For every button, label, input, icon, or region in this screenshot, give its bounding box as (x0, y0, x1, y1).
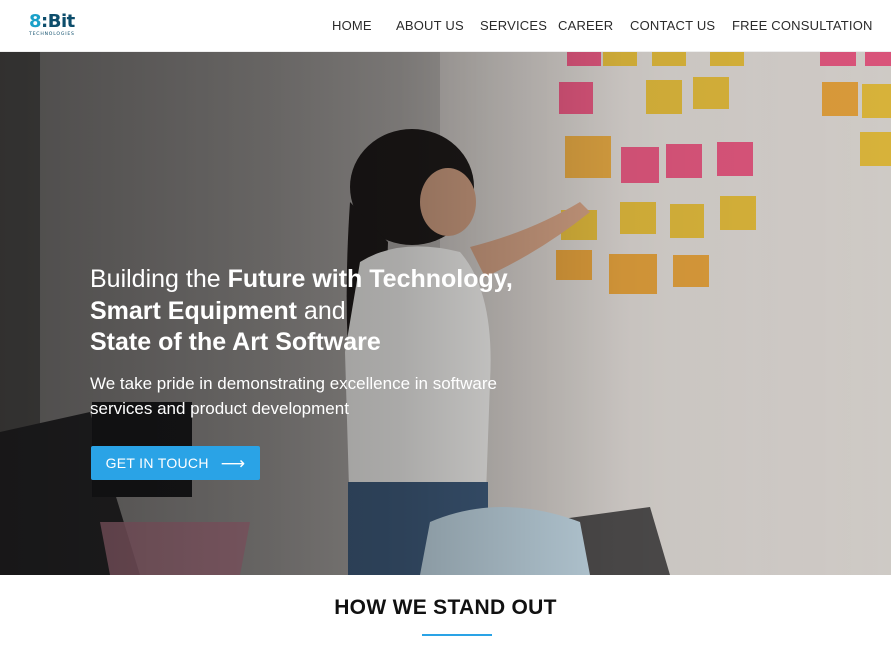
headline-line1-bold: Future with Technology, (227, 265, 513, 293)
hero-subline: We take pride in demonstrating excellenc… (90, 373, 497, 418)
headline-line2-post: and (296, 296, 346, 325)
site-header: 8:Bit TECHNOLOGIES HOME ABOUT US SERVICE… (0, 0, 891, 52)
main-nav: HOME ABOUT US SERVICES CAREER CONTACT US… (0, 0, 891, 52)
headline-line3-bold: State of the Art Software (90, 328, 381, 356)
hero-banner: Building the Future with Technology, Sma… (0, 52, 891, 575)
nav-item-contact-us[interactable]: CONTACT US (630, 18, 715, 33)
hero-headline: Building the Future with Technology, Sma… (90, 264, 560, 359)
nav-item-free-consultation[interactable]: FREE CONSULTATION (732, 18, 873, 33)
hero-text-block: Building the Future with Technology, Sma… (90, 264, 560, 421)
arrow-right-icon: ⟶ (220, 453, 246, 473)
nav-item-home[interactable]: HOME (332, 18, 372, 33)
section-title-underline (422, 634, 492, 636)
cta-label: GET IN TOUCH (105, 455, 209, 471)
nav-item-career[interactable]: CAREER (558, 18, 613, 33)
nav-item-about-us[interactable]: ABOUT US (396, 18, 464, 33)
get-in-touch-button[interactable]: GET IN TOUCH ⟶ (91, 446, 260, 480)
headline-line2-bold: Smart Equipment (90, 296, 297, 325)
section-title: HOW WE STAND OUT (334, 596, 557, 619)
headline-line1-pre: Building the (90, 265, 228, 293)
nav-item-services[interactable]: SERVICES (480, 18, 547, 33)
